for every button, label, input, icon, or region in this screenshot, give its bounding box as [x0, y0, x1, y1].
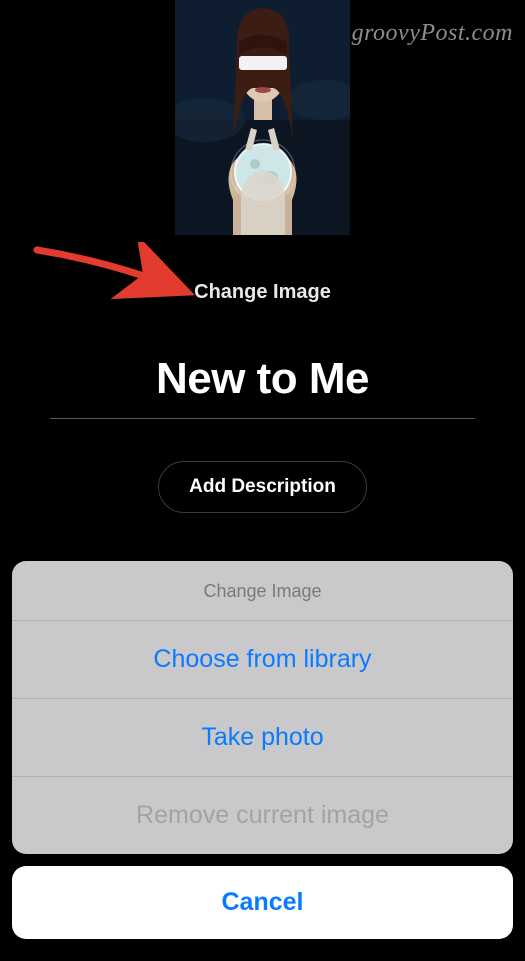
- action-sheet-container: Change Image Choose from library Take ph…: [0, 543, 525, 961]
- playlist-editor: Change Image Add Description: [0, 0, 525, 513]
- playlist-cover-image[interactable]: [175, 0, 350, 235]
- action-sheet: Change Image Choose from library Take ph…: [12, 561, 513, 854]
- playlist-title-field-wrapper: [50, 354, 475, 419]
- playlist-title-input[interactable]: [50, 354, 475, 419]
- add-description-button[interactable]: Add Description: [158, 461, 367, 513]
- option-take-photo[interactable]: Take photo: [12, 699, 513, 777]
- watermark-text: groovyPost.com: [352, 20, 513, 47]
- change-image-link[interactable]: Change Image: [194, 281, 331, 304]
- cover-illustration: [175, 0, 350, 235]
- cancel-button[interactable]: Cancel: [12, 866, 513, 939]
- annotation-arrow: [32, 242, 197, 302]
- option-choose-from-library[interactable]: Choose from library: [12, 621, 513, 699]
- action-sheet-title: Change Image: [12, 561, 513, 621]
- option-remove-current-image: Remove current image: [12, 777, 513, 854]
